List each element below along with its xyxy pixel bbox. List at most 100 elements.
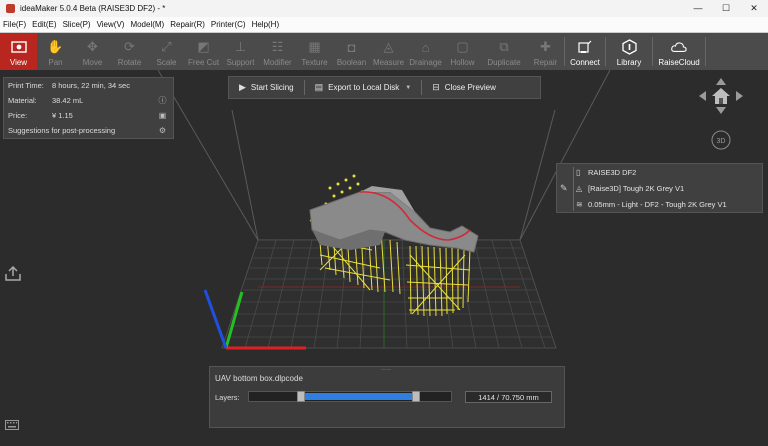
material-drop-icon: ◬ xyxy=(576,183,583,193)
menu-file[interactable]: File(F) xyxy=(0,17,29,33)
measure-tool-button[interactable]: ◬ Measure xyxy=(370,33,407,70)
printer-profile-row[interactable]: ≋ 0.05mm - Light - DF2 - Tough 2K Grey V… xyxy=(557,196,762,212)
raisecloud-button[interactable]: RaiseCloud xyxy=(653,33,705,70)
price-row: Price: ¥ 1.15 ▣ xyxy=(4,108,173,123)
support-icon: ⊥ xyxy=(234,39,247,54)
menu-printer[interactable]: Printer(C) xyxy=(208,17,249,33)
menu-slice[interactable]: Slice(P) xyxy=(60,17,94,33)
layer-slider-low-handle[interactable] xyxy=(297,391,305,402)
menu-repair[interactable]: Repair(R) xyxy=(167,17,208,33)
print-time-value: 8 hours, 22 min, 34 sec xyxy=(52,81,130,90)
layer-range-slider[interactable] xyxy=(248,391,452,402)
main-toolbar: View ✋ Pan ✥ Move ⟳ Rotate ⤢ Scale ◩ Fre… xyxy=(0,33,768,70)
rotate-tool-button[interactable]: ⟳ Rotate xyxy=(111,33,148,70)
library-button[interactable]: Library xyxy=(606,33,652,70)
info-icon[interactable]: ⓘ xyxy=(158,96,167,105)
chevron-down-icon[interactable]: ▼ xyxy=(405,85,411,91)
printer-icon: ▯ xyxy=(576,167,581,177)
menu-view[interactable]: View(V) xyxy=(94,17,128,33)
save-icon[interactable]: ▣ xyxy=(158,111,167,120)
measure-tool-label: Measure xyxy=(372,58,405,67)
modifier-tool-button[interactable]: ☷ Modifier xyxy=(259,33,296,70)
rotate-tool-label: Rotate xyxy=(117,58,142,67)
boolean-icon: ◘ xyxy=(347,39,356,55)
move-tool-label: Move xyxy=(82,58,103,67)
printer-panel: ✎ ▯ RAISE3D DF2 ◬ [Raise3D] Tough 2K Gre… xyxy=(556,163,763,213)
suggestions-row[interactable]: Suggestions for post-processing ⚙ xyxy=(4,123,173,138)
support-tool-button[interactable]: ⊥ Support xyxy=(222,33,259,70)
hollow-icon: ▢ xyxy=(456,39,469,54)
panel-drag-handle[interactable]: ····· xyxy=(381,367,391,373)
price-value: ¥ 1.15 xyxy=(52,111,73,120)
view-tool-label: View xyxy=(9,58,28,67)
scale-icon: ⤢ xyxy=(161,39,172,54)
connect-button[interactable]: Connect xyxy=(565,33,605,70)
rotate-icon: ⟳ xyxy=(124,39,135,54)
layer-range-fill xyxy=(305,393,413,400)
close-preview-icon: ⊟ xyxy=(432,82,440,92)
nav-arrow-up-icon[interactable] xyxy=(716,78,726,85)
menu-model[interactable]: Model(M) xyxy=(127,17,167,33)
free-cut-tool-label: Free Cut xyxy=(187,58,220,67)
nav-arrow-left-icon[interactable] xyxy=(699,91,706,101)
export-button[interactable]: ▤ Export to Local Disk ▼ xyxy=(305,76,422,99)
boolean-tool-label: Boolean xyxy=(336,58,367,67)
drainage-tool-button[interactable]: ⌂ Drainage xyxy=(407,33,444,70)
3d-viewport[interactable]: Print Time: 8 hours, 22 min, 34 sec Mate… xyxy=(0,70,768,446)
maximize-button[interactable]: ☐ xyxy=(712,0,740,17)
pan-tool-button[interactable]: ✋ Pan xyxy=(37,33,74,70)
suggestions-label: Suggestions for post-processing xyxy=(8,126,116,135)
move-tool-button[interactable]: ✥ Move xyxy=(74,33,111,70)
move-icon: ✥ xyxy=(87,39,98,54)
view-tool-button[interactable]: View xyxy=(0,33,37,70)
printer-material-row[interactable]: ◬ [Raise3D] Tough 2K Grey V1 xyxy=(557,180,762,196)
menu-help[interactable]: Help(H) xyxy=(249,17,283,33)
drainage-tool-label: Drainage xyxy=(409,58,442,67)
gear-icon[interactable]: ⚙ xyxy=(158,126,167,135)
printer-profile: 0.05mm - Light - DF2 - Tough 2K Grey V1 xyxy=(588,199,727,209)
start-slicing-label: Start Slicing xyxy=(250,83,294,92)
home-icon[interactable] xyxy=(712,88,730,104)
texture-tool-button[interactable]: ▦ Texture xyxy=(296,33,333,70)
nav-arrow-down-icon[interactable] xyxy=(716,107,726,114)
close-preview-button[interactable]: ⊟ Close Preview xyxy=(422,76,506,99)
3d-view-label: 3D xyxy=(717,138,726,145)
window-title: ideaMaker 5.0.4 Beta (RAISE3D DF2) - * xyxy=(20,4,166,13)
minimize-button[interactable]: — xyxy=(684,0,712,17)
hand-icon: ✋ xyxy=(47,39,64,54)
nav-arrow-right-icon[interactable] xyxy=(736,91,743,101)
scale-tool-label: Scale xyxy=(156,58,177,67)
start-slicing-button[interactable]: ▶ Start Slicing xyxy=(229,76,304,99)
free-cut-tool-button[interactable]: ◩ Free Cut xyxy=(185,33,222,70)
printer-name-row[interactable]: ▯ RAISE3D DF2 xyxy=(557,164,762,180)
menu-edit[interactable]: Edit(E) xyxy=(29,17,59,33)
library-label: Library xyxy=(616,58,642,67)
pan-tool-label: Pan xyxy=(48,58,63,67)
close-button[interactable]: ✕ xyxy=(740,0,768,17)
build-plate-grid xyxy=(221,239,557,349)
boolean-tool-button[interactable]: ◘ Boolean xyxy=(333,33,370,70)
printer-material: [Raise3D] Tough 2K Grey V1 xyxy=(588,183,685,193)
duplicate-tool-button[interactable]: ⧉ Duplicate xyxy=(481,33,527,70)
hollow-tool-button[interactable]: ▢ Hollow xyxy=(444,33,481,70)
cloud-icon xyxy=(671,39,687,55)
repair-tool-button[interactable]: ✚ Repair xyxy=(527,33,564,70)
layer-value-field[interactable]: 1414 / 70.750 mm xyxy=(465,391,552,403)
view-icon xyxy=(10,39,27,55)
measure-icon: ◬ xyxy=(383,39,394,54)
texture-tool-label: Texture xyxy=(301,58,328,67)
layer-file-name: UAV bottom box.dlpcode xyxy=(215,374,303,383)
export-label: Export to Local Disk xyxy=(328,83,400,92)
raisecloud-label: RaiseCloud xyxy=(658,58,700,67)
modifier-icon: ☷ xyxy=(271,39,284,54)
slice-action-bar: ▶ Start Slicing ▤ Export to Local Disk ▼… xyxy=(228,76,541,99)
layer-slider-high-handle[interactable] xyxy=(412,391,421,402)
printer-name: RAISE3D DF2 xyxy=(588,167,637,177)
print-time-row: Print Time: 8 hours, 22 min, 34 sec xyxy=(4,78,173,93)
scale-tool-button[interactable]: ⤢ Scale xyxy=(148,33,185,70)
upload-icon[interactable] xyxy=(4,264,22,282)
view-navigation: 3D xyxy=(693,76,749,156)
library-icon xyxy=(621,39,637,55)
disk-icon: ▤ xyxy=(314,82,324,92)
keyboard-icon[interactable] xyxy=(5,420,19,432)
